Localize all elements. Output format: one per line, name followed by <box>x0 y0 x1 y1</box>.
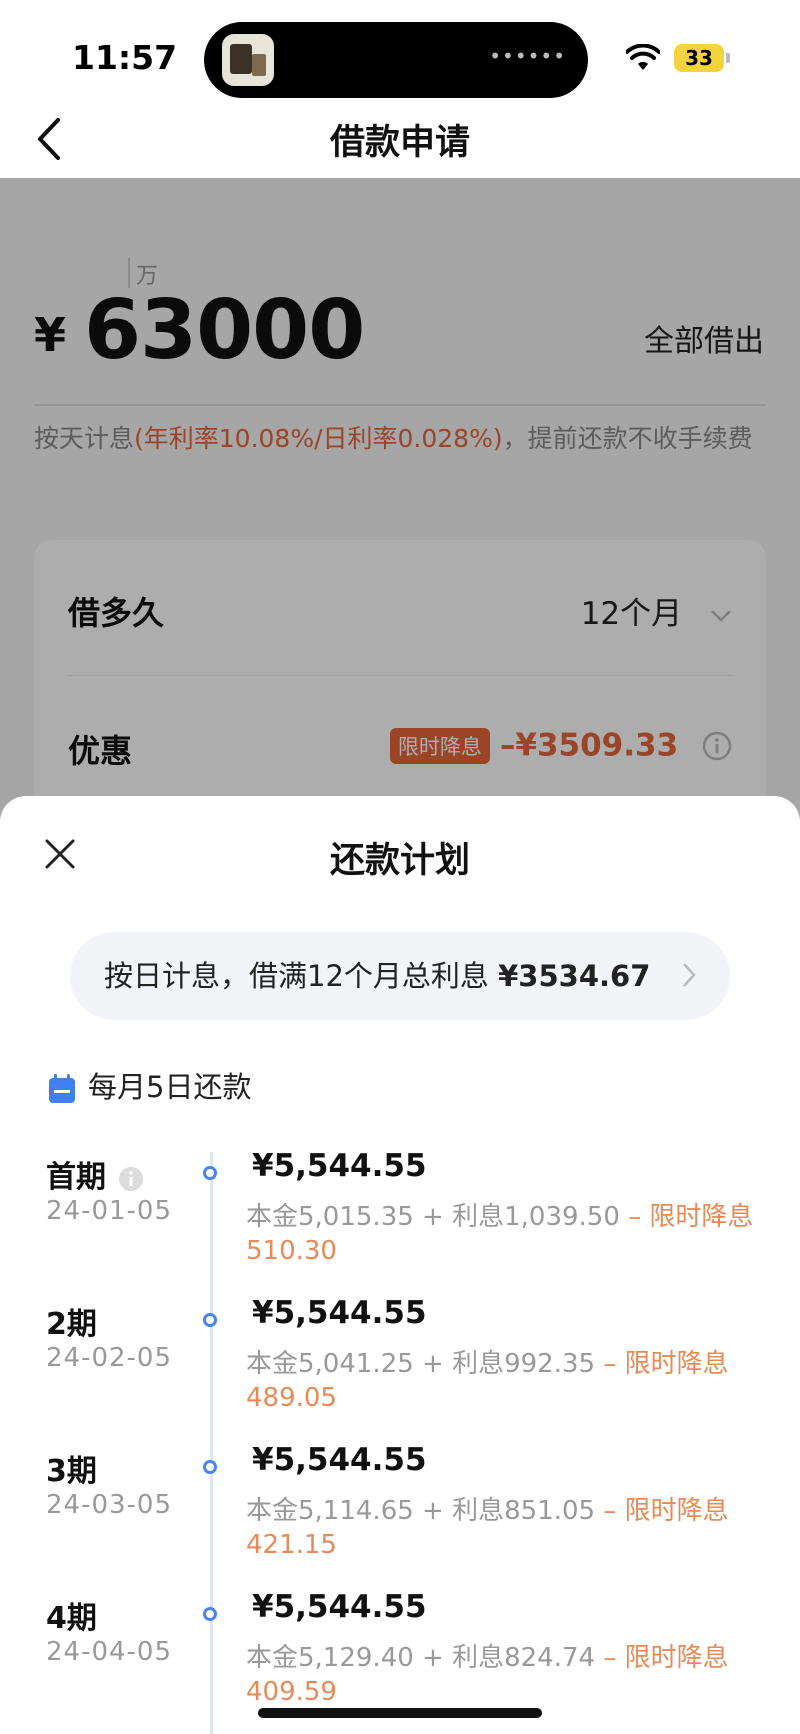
plan-item: 2期 24-02-05 ¥5,544.55 本金5,041.25 + 利息992… <box>0 1295 800 1439</box>
plan-breakdown: 本金5,129.40 + 利息824.74 <box>246 1643 604 1673</box>
plan-date: 24-02-05 <box>46 1343 173 1373</box>
plan-date: 24-03-05 <box>46 1490 173 1520</box>
plan-date: 24-01-05 <box>46 1196 173 1226</box>
timeline-dot <box>203 1166 217 1180</box>
info-icon[interactable] <box>118 1166 144 1192</box>
plan-amount: ¥5,544.55 <box>252 1148 427 1184</box>
wifi-icon <box>626 44 660 70</box>
period-label: 2期 <box>46 1307 97 1342</box>
island-dots-icon: •••••• <box>489 44 566 68</box>
calendar-icon <box>49 1074 75 1103</box>
dynamic-island[interactable]: •••••• <box>204 22 588 98</box>
timeline-dot <box>203 1460 217 1474</box>
chevron-right-icon <box>683 963 696 987</box>
plan-amount: ¥5,544.55 <box>252 1442 427 1478</box>
period-label: 3期 <box>46 1454 97 1489</box>
plan-breakdown: 本金5,041.25 + 利息992.35 <box>246 1349 604 1379</box>
plan-amount: ¥5,544.55 <box>252 1589 427 1625</box>
sheet-title: 还款计划 <box>329 841 470 881</box>
status-time: 11:57 <box>72 38 178 77</box>
interest-summary-button[interactable]: 按日计息，借满12个月总利息 ¥3534.67 <box>70 932 730 1020</box>
battery-tip <box>726 53 730 63</box>
plan-amount: ¥5,544.55 <box>252 1295 427 1331</box>
summary-text: 按日计息，借满12个月总利息 <box>104 959 499 993</box>
plan-item: 首期 24-01-05 ¥5,544.55 本金5,015.35 + 利息1,0… <box>0 1148 800 1292</box>
period-label: 4期 <box>46 1601 97 1636</box>
home-indicator[interactable] <box>258 1708 542 1718</box>
timeline-dot <box>203 1313 217 1327</box>
nav-bar: 借款申请 <box>0 104 800 178</box>
app-thumbnail-icon <box>222 34 274 86</box>
page-title: 借款申请 <box>329 123 470 163</box>
plan-breakdown: 本金5,114.65 + 利息851.05 <box>246 1496 604 1526</box>
battery-indicator: 33 <box>674 44 724 72</box>
repay-day-row: 每月5日还款 <box>48 1064 251 1106</box>
plan-item: 3期 24-03-05 ¥5,544.55 本金5,114.65 + 利息851… <box>0 1442 800 1586</box>
repayment-plan-sheet: 还款计划 按日计息，借满12个月总利息 ¥3534.67 每月5日还款 首期 2… <box>0 796 800 1734</box>
period-label: 首期 <box>46 1160 106 1195</box>
status-bar: 11:57 •••••• 33 <box>0 0 800 104</box>
plan-breakdown: 本金5,015.35 + 利息1,039.50 <box>246 1202 629 1232</box>
repay-day-label: 每月5日还款 <box>88 1070 252 1104</box>
summary-total-interest: ¥3534.67 <box>498 959 651 993</box>
plan-date: 24-04-05 <box>46 1637 173 1667</box>
timeline-dot <box>203 1607 217 1621</box>
